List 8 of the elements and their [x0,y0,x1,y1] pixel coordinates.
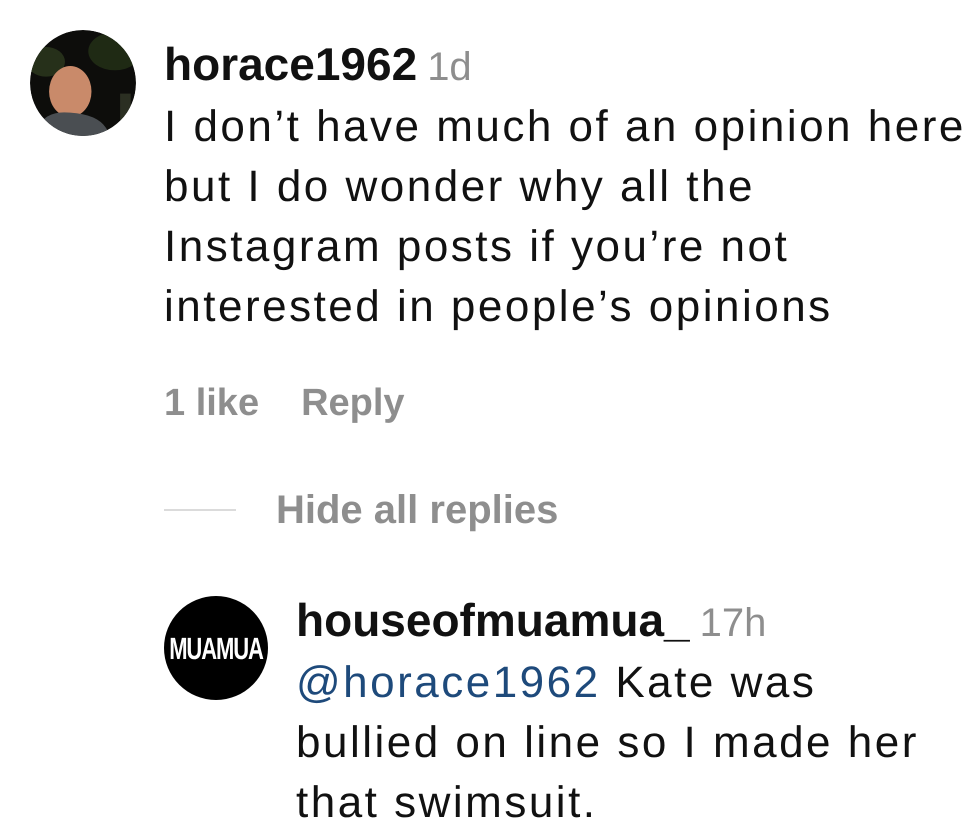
timestamp: 1d [427,44,472,91]
username[interactable]: houseofmuamua_ [296,592,690,648]
comment-text: I don’t have much of an opinion here but I do wonder why all the Instagram posts if you’re not interested in people’s opinions [164,101,967,333]
timestamp: 17h [700,600,766,647]
reply-text: @horace1962 Kate was bullied on line so I made her that swimsuit. [296,657,920,825]
username[interactable]: horace1962 [164,36,418,92]
logo-text: MUAMUA [169,630,263,668]
mention-link[interactable]: @horace1962 [296,658,601,707]
